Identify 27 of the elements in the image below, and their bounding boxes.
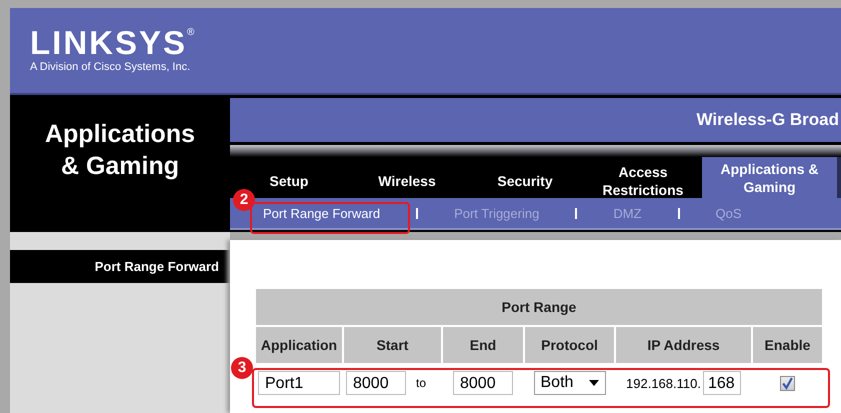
column-header: Application [256, 327, 342, 363]
range-label: to [416, 376, 426, 390]
application-field[interactable]: Port1 [258, 371, 340, 395]
column-header: Enable [753, 327, 822, 363]
nav-tab[interactable]: Wireless [348, 157, 466, 198]
table-title: Port Range [256, 289, 822, 325]
sidebar-item[interactable]: Port Range Forward [10, 250, 230, 283]
linksys-logo: LINKSYS [30, 28, 188, 58]
subnav-link[interactable]: Port Range Forward [263, 206, 380, 220]
column-header: Protocol [525, 327, 614, 363]
ip-prefix: 192.168.110. [626, 376, 701, 390]
enable-checkbox[interactable] [780, 376, 795, 392]
start-port-field[interactable]: 8000 [346, 371, 406, 395]
nav-tab[interactable]: Access Restrictions [584, 157, 702, 198]
column-header: Start [344, 327, 441, 363]
column-header: End [443, 327, 523, 363]
registered-mark: ® [187, 28, 194, 38]
column-header: IP Address [616, 327, 751, 363]
ip-octet-field[interactable]: 168 [702, 371, 741, 395]
nav-tab[interactable]: Security [466, 157, 584, 198]
nav-tab[interactable]: Applications & Gaming [702, 157, 837, 198]
section-title: Applications & Gaming [44, 118, 196, 182]
protocol-dropdown[interactable]: Both [534, 371, 606, 395]
end-port-field[interactable]: 8000 [453, 371, 513, 395]
product-name: Wireless-G Broad [696, 110, 839, 130]
caret-icon [588, 380, 598, 386]
logo-tagline: A Division of Cisco Systems, Inc. [30, 61, 192, 73]
